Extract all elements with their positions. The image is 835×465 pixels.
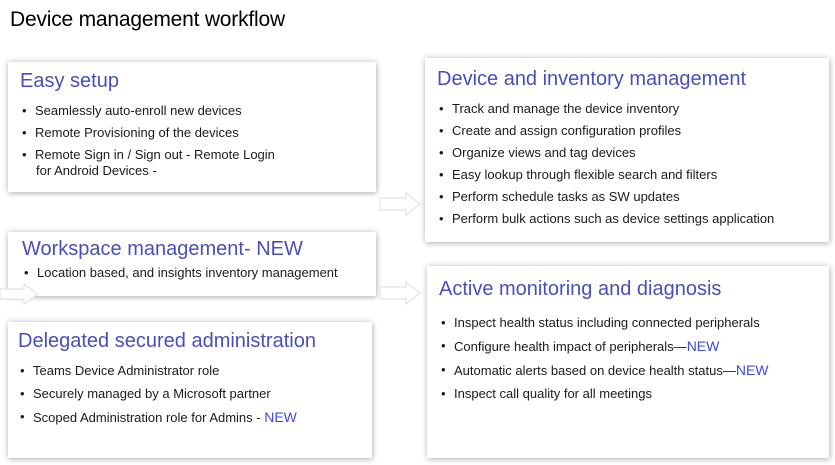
new-tag: NEW <box>256 238 303 260</box>
list-item: Automatic alerts based on device health … <box>439 362 819 379</box>
workspace-title-text: Workspace management- <box>22 238 251 260</box>
list-item: Perform schedule tasks as SW updates <box>437 189 819 205</box>
easy-setup-title: Easy setup <box>20 70 119 92</box>
list-item: Remote Sign in / Sign out - Remote Login <box>20 147 366 163</box>
new-tag: NEW <box>264 409 297 425</box>
list-item: Inspect call quality for all meetings <box>439 386 819 402</box>
list-item: Teams Device Administrator role <box>18 363 362 379</box>
workspace-card: Workspace management- NEW Location based… <box>8 232 376 296</box>
monitoring-list: Inspect health status including connecte… <box>439 315 819 402</box>
list-item: Remote Provisioning of the devices <box>20 125 366 141</box>
list-item-text: Automatic alerts based on device health … <box>454 363 736 378</box>
page-title: Device management workflow <box>10 8 285 31</box>
list-item-continuation: for Android Devices - <box>36 163 157 178</box>
arrow-right-icon <box>379 191 421 217</box>
list-item: Seamlessly auto-enroll new devices <box>20 103 366 119</box>
list-item: Location based, and insights inventory m… <box>22 265 366 281</box>
list-item: Track and manage the device inventory <box>437 101 819 117</box>
workspace-list: Location based, and insights inventory m… <box>22 265 366 281</box>
delegated-title: Delegated secured administration <box>18 330 316 352</box>
delegated-card: Delegated secured administration Teams D… <box>8 322 372 458</box>
arrow-right-icon <box>379 280 421 306</box>
inventory-list: Track and manage the device inventory Cr… <box>437 101 819 227</box>
list-item: Organize views and tag devices <box>437 145 819 161</box>
list-item: Inspect health status including connecte… <box>439 315 819 331</box>
list-item: Scoped Administration role for Admins - … <box>18 409 362 426</box>
monitoring-title: Active monitoring and diagnosis <box>439 278 722 300</box>
inventory-title: Device and inventory management <box>437 68 747 90</box>
list-item: Securely managed by a Microsoft partner <box>18 386 362 402</box>
delegated-list: Teams Device Administrator role Securely… <box>18 363 362 426</box>
new-tag: NEW <box>735 362 769 378</box>
easy-setup-list: Seamlessly auto-enroll new devices Remot… <box>20 103 366 179</box>
workspace-title: Workspace management- NEW <box>22 238 366 261</box>
list-item: Perform bulk actions such as device sett… <box>437 211 819 227</box>
list-item: Create and assign configuration profiles <box>437 123 819 139</box>
inventory-card: Device and inventory management Track an… <box>425 58 829 242</box>
arrow-right-icon <box>0 282 40 306</box>
easy-setup-card: Easy setup Seamlessly auto-enroll new de… <box>8 62 376 192</box>
monitoring-card: Active monitoring and diagnosis Inspect … <box>427 266 829 458</box>
list-item: Easy lookup through flexible search and … <box>437 167 819 183</box>
list-item: Configure health impact of peripherals—N… <box>439 338 819 355</box>
list-item-text: Scoped Administration role for Admins - <box>33 410 261 425</box>
list-item-text: Configure health impact of peripherals— <box>454 339 687 354</box>
new-tag: NEW <box>686 338 720 354</box>
